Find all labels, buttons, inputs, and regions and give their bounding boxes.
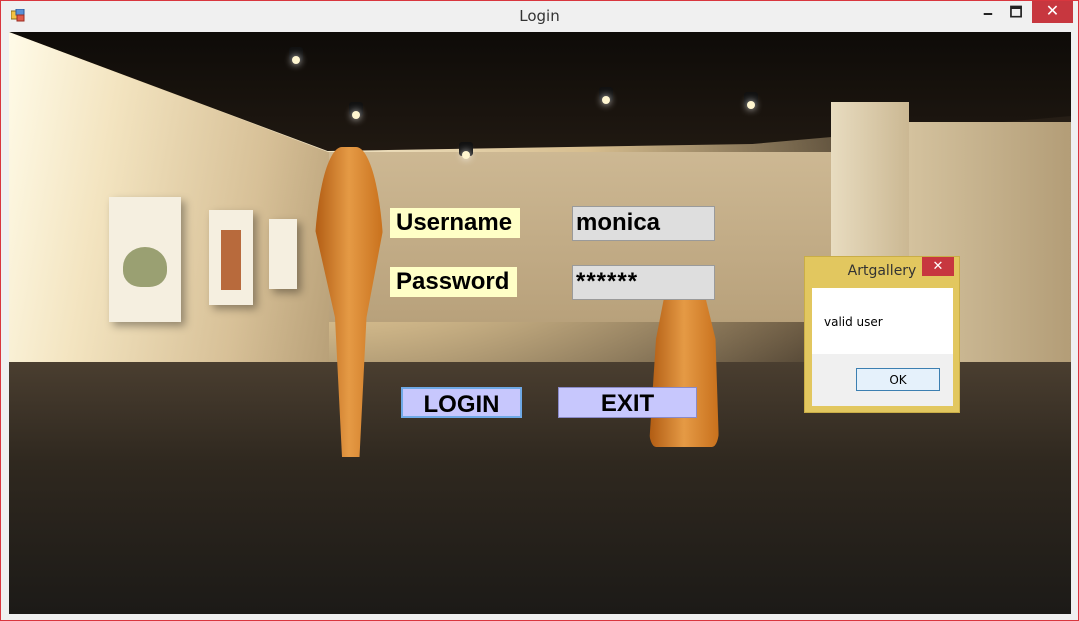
login-window: Login 🗕 🗖 ✕ Username monica Password ***…: [0, 0, 1079, 621]
minimize-button[interactable]: 🗕: [977, 1, 999, 23]
spotlight-icon: [599, 87, 613, 104]
password-label: Password: [390, 267, 517, 297]
spotlight-icon: [459, 142, 473, 159]
maximize-button[interactable]: 🗖: [1005, 1, 1027, 23]
window-title: Login: [519, 7, 560, 25]
gallery-painting: [209, 210, 253, 305]
gallery-painting: [269, 219, 297, 289]
dialog-footer: OK: [812, 354, 953, 406]
login-button[interactable]: LOGIN: [401, 387, 522, 418]
spotlight-icon: [349, 102, 363, 119]
close-button[interactable]: ✕: [1032, 1, 1073, 23]
username-input[interactable]: monica: [572, 206, 715, 241]
gallery-painting: [109, 197, 181, 322]
title-bar[interactable]: Login 🗕 🗖 ✕: [1, 1, 1078, 31]
dialog-message: valid user: [824, 315, 883, 329]
spotlight-icon: [744, 92, 758, 109]
dialog-ok-button[interactable]: OK: [856, 368, 940, 391]
dialog-body: valid user OK: [812, 288, 953, 406]
spotlight-icon: [289, 47, 303, 64]
username-label: Username: [390, 208, 520, 238]
exit-button[interactable]: EXIT: [558, 387, 697, 418]
password-input[interactable]: ******: [572, 265, 715, 300]
message-dialog: Artgallery ✕ valid user OK: [804, 256, 960, 413]
dialog-close-button[interactable]: ✕: [922, 257, 954, 276]
